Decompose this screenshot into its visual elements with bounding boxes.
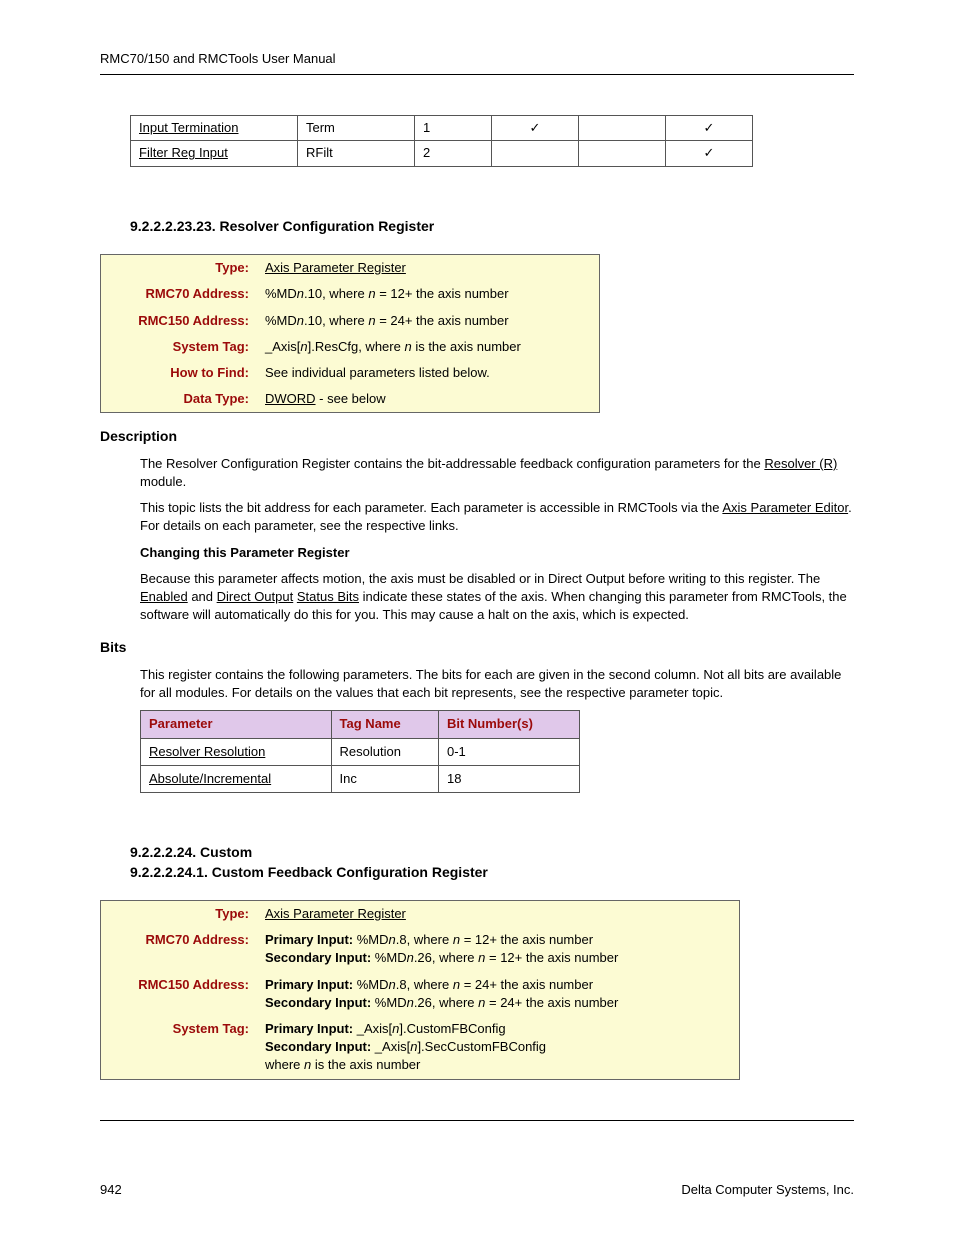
bits-table: Parameter Tag Name Bit Number(s) Resolve… xyxy=(140,710,580,793)
label-datatype: Data Type: xyxy=(101,386,258,413)
label-rmc70: RMC70 Address: xyxy=(101,927,258,971)
label-rmc70: RMC70 Address: xyxy=(101,281,258,307)
header-rule xyxy=(100,74,854,75)
bits-heading: Bits xyxy=(100,638,854,658)
status-bits-link[interactable]: Status Bits xyxy=(297,589,359,604)
table-row: Resolver Resolution Resolution 0-1 xyxy=(141,738,580,765)
tag-cell: RFilt xyxy=(298,141,415,166)
label-rmc150: RMC150 Address: xyxy=(101,308,258,334)
rmc150-value: Primary Input: %MDn.8, where n = 24+ the… xyxy=(257,972,740,1016)
direct-output-link[interactable]: Direct Output xyxy=(217,589,294,604)
type-link[interactable]: Axis Parameter Register xyxy=(265,260,406,275)
datatype-value: DWORD - see below xyxy=(257,386,600,413)
bits-p: This register contains the following par… xyxy=(140,666,854,702)
label-type: Type: xyxy=(101,255,258,282)
col-tag-name: Tag Name xyxy=(331,711,438,738)
page-footer: 942 Delta Computer Systems, Inc. xyxy=(100,1181,854,1199)
rmc150-value: %MDn.10, where n = 24+ the axis number xyxy=(257,308,600,334)
axis-param-editor-link[interactable]: Axis Parameter Editor xyxy=(722,500,848,515)
check-cell xyxy=(579,116,666,141)
top-bits-table: Input Termination Term 1 ✓ ✓ Filter Reg … xyxy=(130,115,753,166)
check-cell: ✓ xyxy=(492,116,579,141)
page-number: 942 xyxy=(100,1181,122,1199)
check-cell: ✓ xyxy=(666,141,753,166)
changing-p: Because this parameter affects motion, t… xyxy=(140,570,854,625)
systag-value: Primary Input: _Axis[n].CustomFBConfig S… xyxy=(257,1016,740,1079)
param-link[interactable]: Input Termination xyxy=(139,120,239,135)
company-name: Delta Computer Systems, Inc. xyxy=(681,1181,854,1199)
table-row: Filter Reg Input RFilt 2 ✓ xyxy=(131,141,753,166)
resolver-link[interactable]: Resolver (R) xyxy=(764,456,837,471)
changing-heading: Changing this Parameter Register xyxy=(140,544,854,562)
bits-cell: 0-1 xyxy=(438,738,579,765)
param-link[interactable]: Filter Reg Input xyxy=(139,145,228,160)
col-parameter: Parameter xyxy=(141,711,332,738)
table-row: Absolute/Incremental Inc 18 xyxy=(141,765,580,792)
enabled-link[interactable]: Enabled xyxy=(140,589,188,604)
resolver-info-box: Type: Axis Parameter Register RMC70 Addr… xyxy=(100,254,600,413)
description-heading: Description xyxy=(100,427,854,447)
section-heading-custom: 9.2.2.2.24. Custom xyxy=(130,843,854,863)
label-rmc150: RMC150 Address: xyxy=(101,972,258,1016)
label-type: Type: xyxy=(101,901,258,928)
page-header-title: RMC70/150 and RMCTools User Manual xyxy=(100,50,854,68)
rmc70-value: %MDn.10, where n = 12+ the axis number xyxy=(257,281,600,307)
absolute-incremental-link[interactable]: Absolute/Incremental xyxy=(149,771,271,786)
check-cell xyxy=(579,141,666,166)
type-link[interactable]: Axis Parameter Register xyxy=(265,906,406,921)
col-bit-numbers: Bit Number(s) xyxy=(438,711,579,738)
table-row: Input Termination Term 1 ✓ ✓ xyxy=(131,116,753,141)
section-heading-custom-fb: 9.2.2.2.24.1. Custom Feedback Configurat… xyxy=(130,863,854,883)
description-p1: The Resolver Configuration Register cont… xyxy=(140,455,854,491)
description-p2: This topic lists the bit address for eac… xyxy=(140,499,854,535)
rmc70-value: Primary Input: %MDn.8, where n = 12+ the… xyxy=(257,927,740,971)
label-systag: System Tag: xyxy=(101,1016,258,1079)
check-cell: ✓ xyxy=(666,116,753,141)
dword-link[interactable]: DWORD xyxy=(265,391,316,406)
tag-cell: Term xyxy=(298,116,415,141)
bits-cell: 1 xyxy=(415,116,492,141)
section-heading-resolver: 9.2.2.2.23.23. Resolver Configuration Re… xyxy=(130,217,854,237)
custom-fb-info-box: Type: Axis Parameter Register RMC70 Addr… xyxy=(100,900,740,1080)
tag-cell: Resolution xyxy=(331,738,438,765)
check-cell xyxy=(492,141,579,166)
bits-cell: 2 xyxy=(415,141,492,166)
label-howto: How to Find: xyxy=(101,360,258,386)
label-systag: System Tag: xyxy=(101,334,258,360)
resolver-resolution-link[interactable]: Resolver Resolution xyxy=(149,744,265,759)
systag-value: _Axis[n].ResCfg, where n is the axis num… xyxy=(257,334,600,360)
footer-rule xyxy=(100,1120,854,1121)
howto-value: See individual parameters listed below. xyxy=(257,360,600,386)
bits-cell: 18 xyxy=(438,765,579,792)
tag-cell: Inc xyxy=(331,765,438,792)
